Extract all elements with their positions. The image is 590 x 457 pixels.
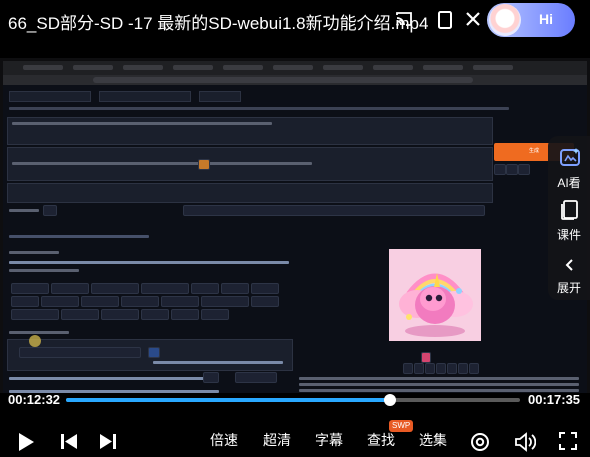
progress-bar[interactable]	[66, 394, 520, 406]
recorded-webui: 生成	[3, 85, 587, 393]
close-icon[interactable]	[465, 11, 481, 33]
total-time: 00:17:35	[528, 392, 581, 407]
assistant-button[interactable]: Hi	[487, 3, 575, 37]
current-time: 00:12:32	[8, 392, 61, 407]
progress-fill	[66, 398, 390, 402]
expand-label[interactable]: 展开	[548, 279, 590, 296]
top-bar: 66_SD部分-SD -17 最新的SD-webui1.8新功能介绍.mp4 H…	[0, 0, 590, 46]
recorded-browser-tabs	[3, 61, 587, 75]
assistant-avatar	[489, 4, 521, 36]
speed-button[interactable]: 倍速	[210, 430, 238, 450]
courseware-icon[interactable]	[561, 200, 579, 225]
recorded-url-bar	[3, 75, 587, 85]
subtitle-button[interactable]: 字幕	[315, 430, 343, 450]
play-icon[interactable]	[17, 432, 35, 457]
search-badge: SWP	[389, 420, 414, 432]
volume-icon[interactable]	[514, 432, 537, 457]
courseware-label[interactable]: 课件	[548, 226, 590, 243]
ai-view-label[interactable]: AI看	[548, 174, 590, 191]
recorded-generated-image	[389, 249, 481, 341]
chevron-left-icon[interactable]	[564, 258, 574, 277]
video-frame[interactable]: 生成	[0, 58, 590, 393]
video-title: 66_SD部分-SD -17 最新的SD-webui1.8新功能介绍.mp4	[8, 14, 429, 33]
progress-handle[interactable]	[383, 394, 396, 406]
ai-view-icon[interactable]	[559, 148, 581, 173]
fullscreen-icon[interactable]	[559, 432, 577, 455]
side-panel: AI看 课件 展开	[548, 136, 590, 300]
episodes-button[interactable]: 选集	[419, 430, 447, 450]
rotate-screen-icon[interactable]	[437, 10, 453, 36]
assistant-label: Hi	[539, 11, 553, 27]
quality-button[interactable]: 超清	[263, 430, 291, 450]
next-icon[interactable]	[99, 433, 117, 455]
previous-icon[interactable]	[60, 433, 78, 455]
search-button[interactable]: 查找	[367, 430, 395, 450]
danmaku-icon[interactable]	[470, 432, 490, 457]
cast-icon[interactable]	[395, 10, 413, 34]
